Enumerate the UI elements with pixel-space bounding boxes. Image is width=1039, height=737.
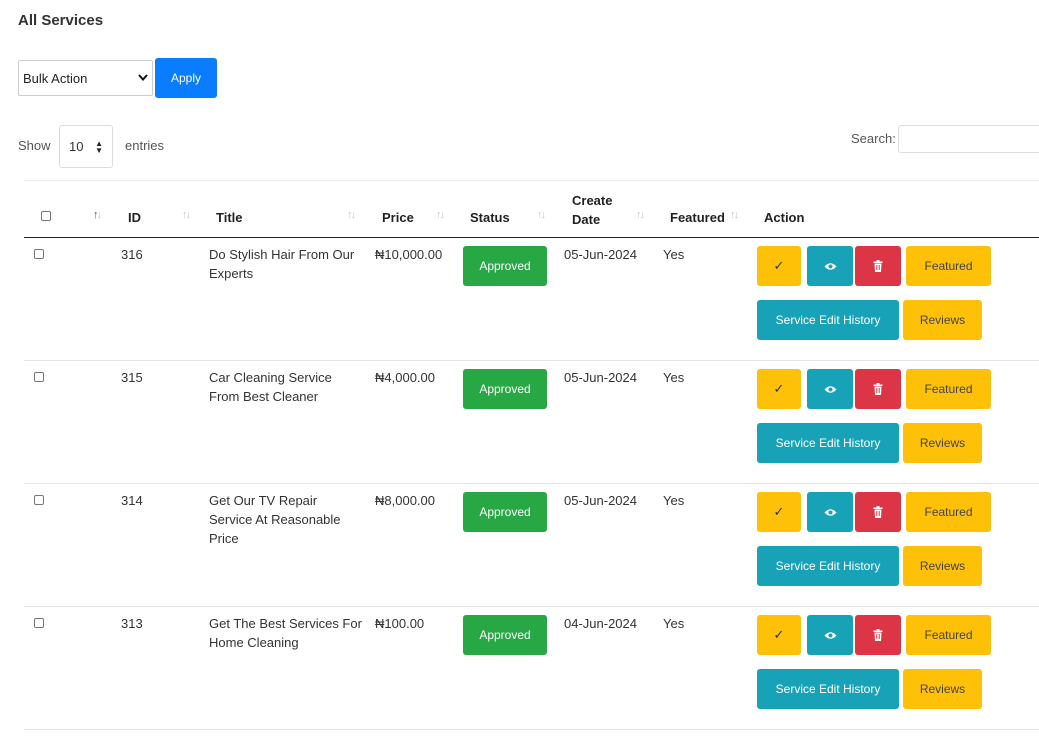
row-checkbox[interactable]: [34, 249, 44, 259]
featured-button[interactable]: Featured: [906, 615, 991, 655]
eye-icon: [824, 262, 837, 271]
trash-icon: [873, 506, 883, 518]
bulk-action-value: Bulk Action: [23, 70, 88, 86]
column-header-create-date[interactable]: Create Date: [572, 191, 612, 229]
service-edit-history-button[interactable]: Service Edit History: [757, 423, 899, 463]
check-icon: ✓: [773, 258, 785, 273]
check-icon: ✓: [773, 504, 785, 519]
apply-button[interactable]: Apply: [155, 58, 217, 98]
service-edit-history-button[interactable]: Service Edit History: [757, 546, 899, 586]
eye-icon: [824, 385, 837, 394]
row-checkbox[interactable]: [34, 372, 44, 382]
updown-icon: ▲ ▼: [95, 138, 103, 155]
table-row: 316 Do Stylish Hair From Our Experts ₦10…: [24, 238, 1039, 361]
entries-label: entries: [125, 138, 165, 153]
sort-icon[interactable]: ↑↓: [93, 209, 102, 221]
view-button[interactable]: [807, 615, 853, 655]
view-button[interactable]: [807, 492, 853, 532]
trash-icon: [873, 629, 883, 641]
reviews-button[interactable]: Reviews: [903, 300, 982, 340]
trash-icon: [873, 383, 883, 395]
entries-length-select[interactable]: 10 ▲ ▼: [59, 125, 113, 168]
cell-create-date: 05-Jun-2024: [564, 247, 637, 262]
featured-button[interactable]: Featured: [906, 492, 991, 532]
sort-icon[interactable]: ↑↓: [436, 209, 445, 221]
cell-create-date: 04-Jun-2024: [564, 616, 637, 631]
cell-id: 315: [121, 370, 143, 385]
table-row: 313 Get The Best Services For Home Clean…: [24, 607, 1039, 730]
cell-id: 316: [121, 247, 143, 262]
cell-featured: Yes: [663, 370, 685, 385]
service-edit-history-button[interactable]: Service Edit History: [757, 300, 899, 340]
page-title: All Services: [18, 12, 104, 29]
chevron-down-icon: [138, 72, 148, 84]
select-all-checkbox[interactable]: [41, 211, 51, 221]
service-edit-history-button[interactable]: Service Edit History: [757, 669, 899, 709]
sort-icon[interactable]: ↑↓: [537, 209, 546, 221]
sort-icon[interactable]: ↑↓: [636, 209, 645, 221]
cell-create-date: 05-Jun-2024: [564, 370, 637, 385]
cell-featured: Yes: [663, 616, 685, 631]
status-badge[interactable]: Approved: [463, 492, 547, 532]
delete-button[interactable]: [855, 369, 901, 409]
cell-create-date: 05-Jun-2024: [564, 493, 637, 508]
cell-price: ₦4,000.00: [375, 370, 435, 385]
eye-icon: [824, 508, 837, 517]
cell-featured: Yes: [663, 247, 685, 262]
check-icon: ✓: [773, 627, 785, 642]
row-checkbox[interactable]: [34, 495, 44, 505]
entries-value: 10: [69, 139, 84, 154]
approve-button[interactable]: ✓: [757, 246, 801, 286]
status-badge[interactable]: Approved: [463, 615, 547, 655]
check-icon: ✓: [773, 381, 785, 396]
reviews-button[interactable]: Reviews: [903, 669, 982, 709]
featured-button[interactable]: Featured: [906, 246, 991, 286]
create-date-line2: Date: [572, 212, 601, 227]
delete-button[interactable]: [855, 615, 901, 655]
cell-title: Car Cleaning Service From Best Cleaner: [209, 370, 332, 404]
featured-button[interactable]: Featured: [906, 369, 991, 409]
cell-price: ₦8,000.00: [375, 493, 435, 508]
bulk-action-select[interactable]: Bulk Action: [18, 60, 153, 96]
search-input[interactable]: [898, 125, 1039, 153]
sort-icon[interactable]: ↑↓: [730, 209, 739, 221]
cell-price: ₦10,000.00: [375, 247, 443, 262]
view-button[interactable]: [807, 246, 853, 286]
cell-title: Do Stylish Hair From Our Experts: [209, 247, 355, 281]
cell-title: Get The Best Services For Home Cleaning: [209, 616, 362, 650]
row-checkbox[interactable]: [34, 618, 44, 628]
create-date-line1: Create: [572, 193, 613, 208]
search-label: Search:: [851, 131, 896, 146]
approve-button[interactable]: ✓: [757, 369, 801, 409]
delete-button[interactable]: [855, 492, 901, 532]
table-row: 315 Car Cleaning Service From Best Clean…: [24, 361, 1039, 484]
column-header-title[interactable]: Title: [216, 210, 243, 225]
sort-icon[interactable]: ↑↓: [182, 209, 191, 221]
status-badge[interactable]: Approved: [463, 369, 547, 409]
reviews-button[interactable]: Reviews: [903, 546, 982, 586]
show-label: Show: [18, 138, 51, 153]
eye-icon: [824, 631, 837, 640]
trash-icon: [873, 260, 883, 272]
column-header-status[interactable]: Status: [470, 210, 510, 225]
cell-price: ₦100.00: [375, 616, 425, 631]
cell-id: 314: [121, 493, 143, 508]
approve-button[interactable]: ✓: [757, 615, 801, 655]
view-button[interactable]: [807, 369, 853, 409]
reviews-button[interactable]: Reviews: [903, 423, 982, 463]
column-header-id[interactable]: ID: [128, 210, 141, 225]
cell-title: Get Our TV Repair Service At Reasonable …: [209, 493, 341, 546]
sort-icon[interactable]: ↑↓: [347, 209, 356, 221]
column-header-action: Action: [764, 210, 805, 225]
table-header: ↑↓ ID ↑↓ Title ↑↓ Price ↑↓ Status ↑↓ Cre…: [24, 181, 1039, 238]
status-badge[interactable]: Approved: [463, 246, 547, 286]
approve-button[interactable]: ✓: [757, 492, 801, 532]
column-header-price[interactable]: Price: [382, 210, 414, 225]
column-header-featured[interactable]: Featured: [670, 210, 725, 225]
table-row: 314 Get Our TV Repair Service At Reasona…: [24, 484, 1039, 607]
delete-button[interactable]: [855, 246, 901, 286]
cell-featured: Yes: [663, 493, 685, 508]
cell-id: 313: [121, 616, 143, 631]
